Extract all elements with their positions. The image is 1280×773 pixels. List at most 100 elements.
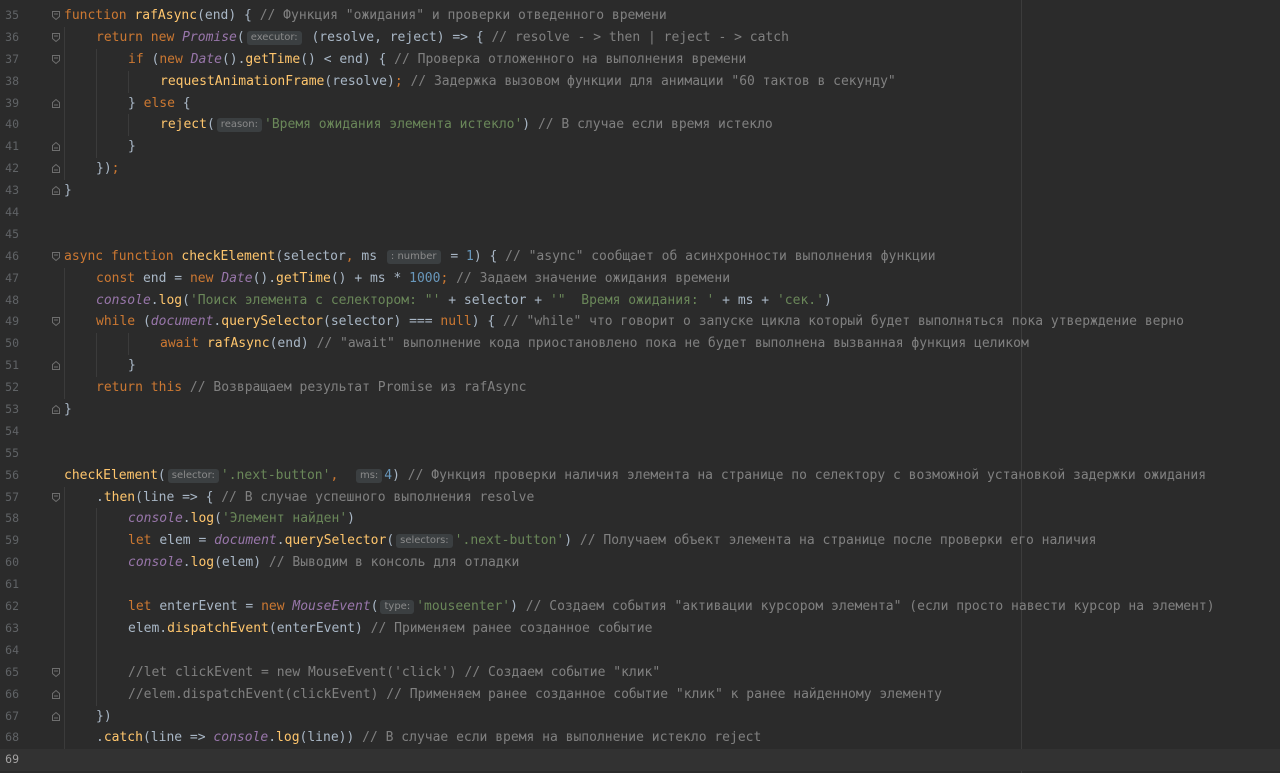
code-text[interactable]: .then(line => { // В случае успешного вы… bbox=[96, 487, 534, 509]
code-line[interactable]: 57 .then(line => { // В случае успешного … bbox=[0, 486, 1280, 509]
code-token: ( bbox=[370, 599, 379, 615]
fold-start-icon[interactable] bbox=[52, 317, 60, 327]
code-token: (resolve, reject) => { bbox=[303, 29, 492, 45]
indent-guide bbox=[64, 114, 65, 137]
fold-end-icon[interactable] bbox=[52, 405, 60, 415]
code-line[interactable]: 63 elem.dispatchEvent(enterEvent) // Прим… bbox=[0, 617, 1280, 640]
code-line[interactable]: 52 return this // Возвращаем результат Pr… bbox=[0, 377, 1280, 400]
code-line[interactable]: 37 if (new Date().getTime() < end) { // П… bbox=[0, 48, 1280, 71]
code-text[interactable]: //let clickEvent = new MouseEvent('click… bbox=[128, 662, 660, 684]
code-text[interactable]: await rafAsync(end) // "await" выполнени… bbox=[160, 333, 1029, 355]
line-number: 63 bbox=[5, 620, 19, 635]
code-text[interactable]: while (document.querySelector(selector) … bbox=[96, 311, 1184, 333]
code-text[interactable]: console.log('Элемент найден') bbox=[128, 508, 355, 530]
fold-end-icon[interactable] bbox=[52, 361, 60, 371]
code-line[interactable]: 36 return new Promise(executor: (resolve,… bbox=[0, 26, 1280, 49]
line-number: 48 bbox=[5, 292, 19, 307]
code-line[interactable]: 67}) bbox=[0, 705, 1280, 728]
fold-end-icon[interactable] bbox=[52, 98, 60, 108]
code-line[interactable]: 35 function rafAsync(end) { // Функция "о… bbox=[0, 5, 1280, 27]
code-line[interactable]: 41} bbox=[0, 136, 1280, 159]
code-line[interactable]: 69 bbox=[0, 749, 1280, 772]
code-text[interactable]: async function checkElement(selector, ms… bbox=[64, 246, 936, 268]
code-text[interactable]: }); bbox=[96, 158, 119, 180]
fold-start-icon[interactable] bbox=[52, 54, 60, 64]
code-text[interactable]: } bbox=[64, 399, 72, 421]
fold-end-icon[interactable] bbox=[52, 164, 60, 174]
code-token: querySelector bbox=[284, 533, 387, 549]
indent-guide bbox=[96, 530, 97, 553]
code-text[interactable]: console.log(elem) // Выводим в консоль д… bbox=[128, 552, 519, 574]
code-line[interactable]: 60 console.log(elem) // Выводим в консоль… bbox=[0, 552, 1280, 575]
code-text[interactable]: } bbox=[128, 136, 136, 158]
indent-guide bbox=[64, 377, 65, 400]
code-line[interactable]: 58 console.log('Элемент найден') bbox=[0, 508, 1280, 531]
code-text[interactable]: return new Promise(executor: (resolve, r… bbox=[96, 27, 789, 49]
code-text[interactable]: checkElement(selector: '.next-button', ms… bbox=[64, 465, 1206, 487]
code-text[interactable]: reject(reason: 'Время ожидания элемента и… bbox=[160, 114, 773, 136]
code-text[interactable]: //elem.dispatchEvent(clickEvent) // Прим… bbox=[128, 684, 942, 706]
code-token: catch bbox=[103, 730, 143, 746]
fold-end-icon[interactable] bbox=[52, 689, 60, 699]
code-text[interactable]: } bbox=[128, 355, 136, 377]
code-area[interactable]: 35 function rafAsync(end) { // Функция "о… bbox=[0, 5, 1280, 772]
code-text[interactable]: elem.dispatchEvent(enterEvent) // Примен… bbox=[128, 618, 652, 640]
code-line[interactable]: 47 const end = new Date().getTime() + ms … bbox=[0, 267, 1280, 290]
line-number: 41 bbox=[5, 139, 19, 154]
fold-start-icon[interactable] bbox=[52, 11, 60, 20]
code-line[interactable]: 51} bbox=[0, 355, 1280, 378]
code-line[interactable]: 65 //let clickEvent = new MouseEvent('cli… bbox=[0, 661, 1280, 684]
fold-start-icon[interactable] bbox=[52, 32, 60, 42]
code-line[interactable]: 53} bbox=[0, 399, 1280, 421]
code-line[interactable]: 64 bbox=[0, 639, 1280, 662]
code-token: ) bbox=[510, 599, 526, 615]
code-text[interactable]: const end = new Date().getTime() + ms * … bbox=[96, 268, 730, 290]
code-text[interactable]: } else { bbox=[128, 93, 191, 115]
code-line[interactable]: 61 bbox=[0, 574, 1280, 597]
code-line[interactable]: 48 console.log('Поиск элемента с селектор… bbox=[0, 289, 1280, 312]
code-line[interactable]: 42}); bbox=[0, 158, 1280, 181]
code-line[interactable]: 49 while (document.querySelector(selector… bbox=[0, 311, 1280, 334]
fold-end-icon[interactable] bbox=[52, 186, 60, 196]
code-token: null bbox=[440, 314, 472, 330]
code-editor[interactable]: 35 function rafAsync(end) { // Функция "о… bbox=[0, 0, 1280, 773]
parameter-hint: selectors: bbox=[396, 534, 453, 549]
fold-end-icon[interactable] bbox=[52, 142, 60, 152]
fold-start-icon[interactable] bbox=[52, 251, 60, 261]
indent-guide bbox=[96, 661, 97, 684]
code-text[interactable]: requestAnimationFrame(resolve); // Задер… bbox=[160, 71, 896, 93]
code-token: ( bbox=[157, 467, 166, 483]
code-line[interactable]: 59 let elem = document.querySelector(sele… bbox=[0, 530, 1280, 553]
code-text[interactable]: } bbox=[64, 180, 72, 202]
code-line[interactable]: 46 async function checkElement(selector, … bbox=[0, 246, 1280, 268]
indent-guide bbox=[64, 617, 65, 640]
fold-start-icon[interactable] bbox=[52, 667, 60, 677]
code-line[interactable]: 62 let enterEvent = new MouseEvent(type: '… bbox=[0, 596, 1280, 618]
code-line[interactable]: 68 .catch(line => console.log(line)) // В… bbox=[0, 727, 1280, 750]
code-text[interactable]: if (new Date().getTime() < end) { // Про… bbox=[128, 49, 746, 71]
code-text[interactable]: console.log('Поиск элемента с селектором… bbox=[96, 290, 832, 312]
code-line[interactable]: 39} else { bbox=[0, 92, 1280, 115]
code-text[interactable]: let enterEvent = new MouseEvent(type:'mo… bbox=[128, 596, 1215, 618]
code-text[interactable]: }) bbox=[96, 706, 112, 728]
code-text[interactable]: .catch(line => console.log(line)) // В с… bbox=[96, 727, 761, 749]
code-line[interactable]: 55 bbox=[0, 443, 1280, 465]
code-text[interactable]: return this // Возвращаем результат Prom… bbox=[96, 377, 526, 399]
code-line[interactable]: 56 checkElement(selector: '.next-button', … bbox=[0, 465, 1280, 487]
fold-end-icon[interactable] bbox=[52, 711, 60, 721]
code-line[interactable]: 38 requestAnimationFrame(resolve); // Зад… bbox=[0, 70, 1280, 93]
code-text[interactable]: let elem = document.querySelector(select… bbox=[128, 530, 1096, 552]
code-text[interactable]: function rafAsync(end) { // Функция "ожи… bbox=[64, 5, 667, 27]
fold-start-icon[interactable] bbox=[52, 492, 60, 502]
code-token: elem. bbox=[128, 620, 168, 636]
code-line[interactable]: 40 reject(reason: 'Время ожидания элемента… bbox=[0, 114, 1280, 137]
code-token: enterEvent = bbox=[159, 599, 262, 615]
code-line[interactable]: 43} bbox=[0, 180, 1280, 202]
code-line[interactable]: 50 await rafAsync(end) // "await" выполне… bbox=[0, 333, 1280, 356]
code-line[interactable]: 54 bbox=[0, 421, 1280, 443]
code-token: . bbox=[96, 730, 104, 746]
code-line[interactable]: 45 bbox=[0, 224, 1280, 246]
code-line[interactable]: 44 bbox=[0, 202, 1280, 224]
code-token: } bbox=[128, 95, 144, 111]
code-line[interactable]: 66 //elem.dispatchEvent(clickEvent) // Пр… bbox=[0, 683, 1280, 706]
